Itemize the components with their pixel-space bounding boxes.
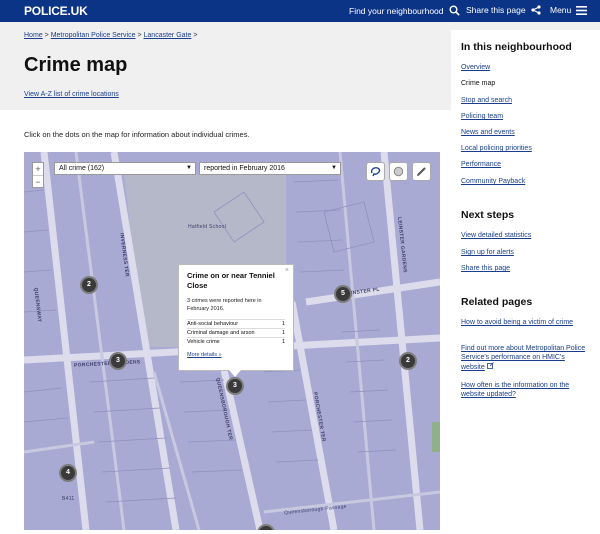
chevron-down-icon: ▼	[331, 165, 337, 171]
popup-pointer	[229, 370, 241, 377]
menu-button[interactable]: Menu	[550, 5, 588, 15]
draw-area-button[interactable]	[366, 162, 385, 181]
detailed-statistics-link[interactable]: View detailed statistics	[461, 231, 589, 240]
circle-icon	[393, 166, 404, 177]
related-pages-heading: Related pages	[461, 296, 533, 308]
breadcrumb-area[interactable]: Lancaster Gate	[144, 32, 192, 39]
breadcrumb-separator: >	[137, 32, 142, 39]
next-steps-heading: Next steps	[461, 209, 515, 221]
crime-popup: × Crime on or near Tenniel Close 3 crime…	[178, 264, 294, 377]
hamburger-icon	[576, 5, 588, 15]
pencil-icon	[417, 167, 426, 176]
crime-category: Criminal damage and arson	[187, 328, 281, 338]
sidebar-item-priorities[interactable]: Local policing priorities	[461, 144, 589, 153]
page-title: Crime map	[24, 54, 128, 76]
crime-type-value: All crime (162)	[59, 165, 105, 172]
neighbourhood-heading: In this neighbourhood	[461, 41, 572, 53]
zoom-control: + −	[32, 162, 44, 188]
more-details-link[interactable]: More details »	[187, 352, 285, 358]
crime-cluster[interactable]: 3	[226, 377, 244, 395]
sidebar-item-performance[interactable]: Performance	[461, 160, 589, 169]
sidebar-item-stop-search[interactable]: Stop and search	[461, 96, 589, 105]
street-label-b411: B411	[62, 496, 75, 502]
share-page-link[interactable]: Share this page	[461, 264, 589, 273]
top-bar: POLICE.UK Find your neighbourhood Share …	[0, 0, 600, 22]
crime-cluster[interactable]: 2	[399, 352, 417, 370]
search-icon	[449, 5, 460, 16]
date-select[interactable]: reported in February 2016 ▼	[199, 162, 341, 175]
sidebar-item-overview[interactable]: Overview	[461, 63, 589, 72]
popup-title: Crime on or near Tenniel Close	[187, 271, 275, 290]
sidebar-item-news[interactable]: News and events	[461, 128, 589, 137]
crime-count: 1	[280, 337, 285, 346]
date-value: reported in February 2016	[204, 165, 285, 172]
crime-cluster[interactable]: 4	[59, 464, 77, 482]
table-row: Vehicle crime 1	[187, 337, 285, 346]
popup-crime-table: Anti-social behaviour 1 Criminal damage …	[187, 319, 285, 346]
hmic-link-wrapper: Find out more about Metropolitan Police …	[461, 344, 589, 372]
chevron-down-icon: ▼	[186, 165, 192, 171]
sign-up-alerts-link[interactable]: Sign up for alerts	[461, 248, 589, 257]
avoid-crime-link[interactable]: How to avoid being a victim of crime	[461, 318, 589, 327]
menu-label: Menu	[550, 5, 572, 15]
crime-category: Vehicle crime	[187, 337, 281, 346]
crime-cluster[interactable]: 3	[109, 352, 127, 370]
share-icon	[530, 5, 541, 15]
table-row: Anti-social behaviour 1	[187, 319, 285, 329]
sidebar-item-policing-team[interactable]: Policing team	[461, 112, 589, 121]
breadcrumb-separator: >	[44, 32, 49, 39]
site-logo[interactable]: POLICE.UK	[24, 4, 88, 18]
breadcrumb-home[interactable]: Home	[24, 32, 43, 39]
crime-category: Anti-social behaviour	[187, 319, 281, 329]
update-frequency-link[interactable]: How often is the information on the webs…	[461, 381, 589, 399]
find-neighbourhood-button[interactable]: Find your neighbourhood	[349, 5, 460, 16]
table-row: Criminal damage and arson 1	[187, 328, 285, 338]
breadcrumb-force[interactable]: Metropolitan Police Service	[51, 32, 136, 39]
popup-summary: 3 crimes were reported here in February …	[187, 298, 262, 312]
location-button[interactable]	[389, 162, 408, 181]
sidebar-item-crime-map: Crime map	[461, 80, 496, 87]
close-icon[interactable]: ×	[285, 267, 289, 274]
sidebar-item-community-payback[interactable]: Community Payback	[461, 177, 589, 186]
share-page-button[interactable]: Share this page	[466, 5, 541, 15]
find-neighbourhood-label: Find your neighbourhood	[349, 5, 444, 16]
crime-type-select[interactable]: All crime (162) ▼	[54, 162, 196, 175]
az-crime-locations-link[interactable]: View A-Z list of crime locations	[24, 91, 119, 98]
lasso-icon	[370, 167, 381, 177]
breadcrumb-separator: >	[193, 32, 198, 39]
sidebar: In this neighbourhood Overview Crime map…	[451, 30, 600, 534]
share-page-label: Share this page	[466, 5, 526, 15]
school-label: Hatfield School	[188, 224, 227, 230]
crime-map[interactable]: Hatfield School INVERNESS TER QUEENSWAY …	[24, 152, 440, 530]
edit-button[interactable]	[412, 162, 431, 181]
crime-cluster[interactable]: 2	[80, 276, 98, 294]
crime-cluster[interactable]: 5	[334, 285, 352, 303]
hmic-performance-link[interactable]: Find out more about Metropolitan Police …	[461, 345, 585, 371]
map-instructions: Click on the dots on the map for informa…	[24, 130, 250, 139]
breadcrumb: Home > Metropolitan Police Service > Lan…	[24, 32, 197, 39]
crime-count: 1	[280, 319, 285, 329]
zoom-out-button[interactable]: −	[33, 175, 43, 187]
external-link-icon	[486, 362, 494, 369]
zoom-in-button[interactable]: +	[33, 163, 43, 175]
crime-count: 1	[280, 328, 285, 338]
